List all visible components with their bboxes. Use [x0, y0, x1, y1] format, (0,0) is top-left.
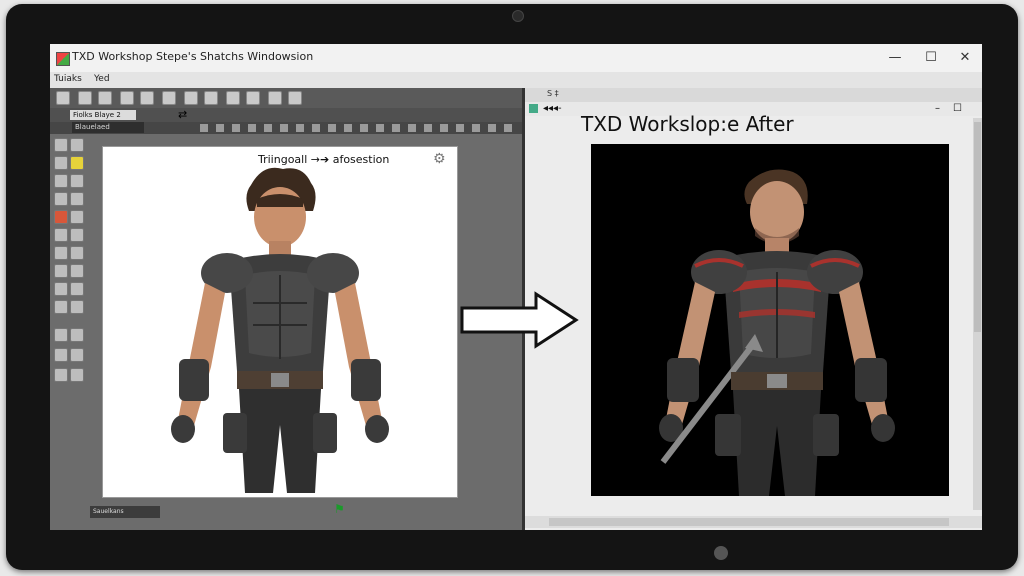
color-tool-icon[interactable]	[54, 210, 68, 224]
hand-tool-icon[interactable]	[54, 300, 68, 314]
crop-tool-icon[interactable]	[70, 228, 84, 242]
export-icon[interactable]	[184, 91, 198, 105]
strip-icon[interactable]	[408, 124, 416, 132]
wand-tool-icon[interactable]	[70, 348, 84, 362]
strip-icon[interactable]	[344, 124, 352, 132]
search-icon[interactable]	[288, 91, 302, 105]
pen-tool-icon[interactable]	[54, 138, 68, 152]
before-canvas[interactable]: Triingoall →➔ afosestion ⚙	[102, 146, 458, 498]
folder-icon[interactable]	[78, 91, 92, 105]
strip-icon[interactable]	[296, 124, 304, 132]
zoom-icon[interactable]	[120, 91, 134, 105]
blur-tool-icon[interactable]	[70, 264, 84, 278]
close-button[interactable]: ✕	[950, 48, 980, 68]
text-tool-icon[interactable]	[54, 246, 68, 260]
screen: TXD Workshop Stepe's Shatchs Windowsion …	[50, 44, 982, 530]
flag-icon: ⚑	[334, 502, 345, 516]
brush-tool-icon[interactable]	[54, 192, 68, 206]
character-before	[171, 167, 389, 493]
strip-icon[interactable]	[472, 124, 480, 132]
panel-label: Blauelaed	[72, 122, 144, 133]
fill-tool-icon[interactable]	[70, 192, 84, 206]
monitor-logo	[714, 546, 728, 560]
gradient-tool-icon[interactable]	[54, 264, 68, 278]
measure-tool-icon[interactable]	[54, 368, 68, 382]
eraser-tool-icon[interactable]	[70, 174, 84, 188]
strip-icon[interactable]	[424, 124, 432, 132]
app-icon	[56, 52, 70, 66]
gear-icon[interactable]: ⚙	[433, 151, 446, 167]
maximize-button[interactable]: ☐	[916, 48, 946, 68]
print-icon[interactable]	[204, 91, 218, 105]
secondary-toolbar: Fiolks Blaye 2 ⇄	[50, 108, 522, 122]
icon-strip: Blauelaed	[50, 122, 522, 134]
burn-tool-icon[interactable]	[70, 282, 84, 296]
window-titlebar[interactable]: TXD Workshop Stepe's Shatchs Windowsion …	[50, 44, 982, 73]
line-tool-icon[interactable]	[54, 174, 68, 188]
highlight-tool-icon[interactable]	[70, 156, 84, 170]
strip-icon[interactable]	[376, 124, 384, 132]
scroll-thumb[interactable]	[974, 122, 981, 332]
magic-icon[interactable]	[226, 91, 240, 105]
save-icon[interactable]	[98, 91, 112, 105]
strip-icon[interactable]	[392, 124, 400, 132]
strip-icon[interactable]	[504, 124, 512, 132]
lasso-tool-icon[interactable]	[54, 348, 68, 362]
menu-item[interactable]: Tuiaks	[54, 74, 82, 84]
move-tool-icon[interactable]	[54, 328, 68, 342]
monitor: TXD Workshop Stepe's Shatchs Windowsion …	[6, 4, 1018, 570]
refresh-icon[interactable]	[56, 91, 70, 105]
zoom-tool-icon[interactable]	[70, 300, 84, 314]
strip-icon[interactable]	[200, 124, 208, 132]
preview-toolbar: S ‡	[525, 88, 982, 103]
layer-tool-icon[interactable]	[70, 328, 84, 342]
preview-menu[interactable]: S ‡	[547, 89, 559, 98]
strip-icon[interactable]	[488, 124, 496, 132]
left-editor-pane: Fiolks Blaye 2 ⇄ Blauelaed Triingoall →➔…	[50, 88, 522, 530]
arrow-right-icon	[460, 291, 579, 349]
vertical-scrollbar[interactable]	[973, 118, 982, 510]
strip-icon[interactable]	[248, 124, 256, 132]
horizontal-scroll-thumb[interactable]	[549, 518, 949, 526]
after-canvas[interactable]	[591, 144, 949, 496]
window-title: TXD Workshop Stepe's Shatchs Windowsion	[72, 50, 314, 63]
tool-palette	[54, 138, 98, 518]
strip-icon[interactable]	[312, 124, 320, 132]
pencil-tool-icon[interactable]	[54, 156, 68, 170]
strip-icon[interactable]	[360, 124, 368, 132]
texture-selector[interactable]: Fiolks Blaye 2	[70, 110, 136, 120]
strip-icon[interactable]	[216, 124, 224, 132]
back-arrows[interactable]: ◂◂◂-	[543, 102, 562, 116]
settings-icon[interactable]	[140, 91, 154, 105]
brush-icon[interactable]	[268, 91, 282, 105]
grid-tool-icon[interactable]	[70, 368, 84, 382]
after-title: TXD Workslop:e After	[581, 112, 794, 136]
strip-icon[interactable]	[264, 124, 272, 132]
status-label: Sauelkans	[90, 506, 160, 518]
character-after	[659, 169, 895, 496]
strip-icon[interactable]	[280, 124, 288, 132]
clone-tool-icon[interactable]	[54, 228, 68, 242]
doc-minimize-button[interactable]: –	[935, 102, 940, 116]
webcam-icon	[512, 10, 524, 22]
menu-item[interactable]: Yed	[94, 74, 110, 84]
import-icon[interactable]	[162, 91, 176, 105]
strip-icon[interactable]	[440, 124, 448, 132]
strip-icon[interactable]	[328, 124, 336, 132]
minimize-button[interactable]: —	[880, 48, 910, 68]
doc-icon	[529, 104, 538, 113]
main-toolbar	[50, 88, 522, 109]
dodge-tool-icon[interactable]	[54, 282, 68, 296]
select-tool-icon[interactable]	[70, 138, 84, 152]
doc-maximize-button[interactable]: ☐	[953, 102, 962, 116]
swap-arrows-icon[interactable]: ⇄	[178, 108, 187, 121]
strip-icon[interactable]	[456, 124, 464, 132]
horizontal-scrollbar[interactable]	[525, 516, 982, 528]
menu-bar: Tuiaks Yed	[50, 72, 982, 89]
strip-icon[interactable]	[232, 124, 240, 132]
shape-tool-icon[interactable]	[70, 246, 84, 260]
right-preview-pane: S ‡ ◂◂◂- – ☐ TXD Workslop:e After	[522, 88, 982, 530]
smudge-tool-icon[interactable]	[70, 210, 84, 224]
undo-icon[interactable]	[246, 91, 260, 105]
